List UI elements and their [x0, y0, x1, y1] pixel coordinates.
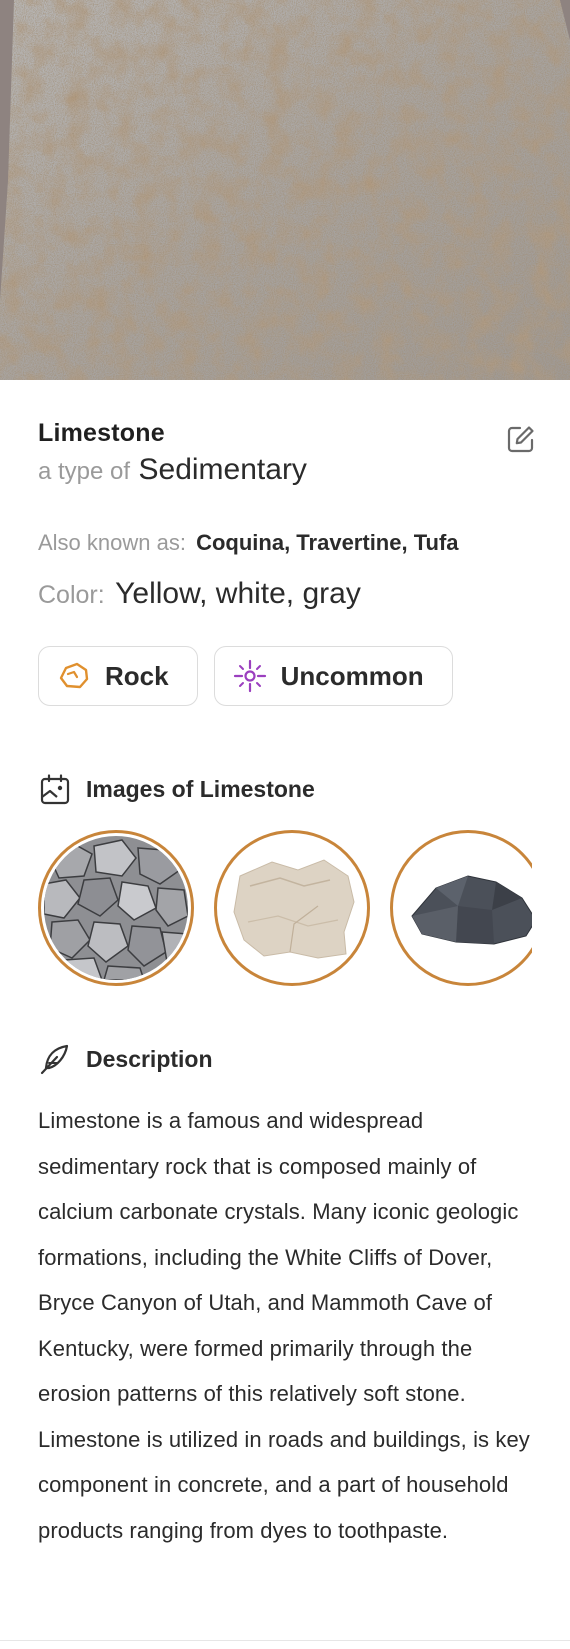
bottom-divider: [0, 1640, 570, 1641]
also-known-as: Also known as: Coquina, Travertine, Tufa: [38, 529, 532, 557]
rock-type-line: a type of Sedimentary: [38, 452, 532, 493]
hero-rock-illustration: [0, 0, 570, 380]
aka-value: Coquina, Travertine, Tufa: [196, 530, 459, 555]
image-thumbnails: [38, 830, 532, 986]
aka-label: Also known as:: [38, 530, 186, 555]
chip-uncommon-label: Uncommon: [280, 660, 424, 691]
color-label: Color:: [38, 581, 105, 609]
gravel-image: [44, 836, 188, 980]
thumbnail-dark-rock[interactable]: [390, 830, 532, 986]
description-section-header: Description: [38, 1042, 532, 1076]
sparkle-icon: [233, 659, 267, 693]
images-section-header: Images of Limestone: [38, 772, 532, 806]
type-value[interactable]: Sedimentary: [139, 453, 307, 486]
thumbnail-gravel[interactable]: [38, 830, 194, 986]
chip-rock[interactable]: Rock: [38, 646, 198, 706]
color-row: Color: Yellow, white, gray: [38, 575, 532, 618]
chip-rock-label: Rock: [105, 660, 169, 691]
dark-rock-image: [396, 836, 532, 980]
feather-icon: [38, 1042, 72, 1076]
color-value: Yellow, white, gray: [115, 577, 361, 610]
type-prefix: a type of: [38, 458, 131, 485]
description-text: Limestone is a famous and widespread sed…: [38, 1108, 530, 1543]
images-section-title: Images of Limestone: [86, 775, 315, 802]
rock-name: Limestone: [38, 419, 165, 447]
rock-icon: [57, 659, 91, 693]
category-chips: Rock Uncommon: [38, 646, 532, 706]
description-section-title: Description: [86, 1045, 213, 1072]
detail-content: Limestone a type of Sedimentary Also kno…: [38, 380, 534, 1553]
chip-uncommon[interactable]: Uncommon: [213, 646, 453, 706]
edit-icon: [507, 426, 534, 453]
thumbnail-pale-limestone[interactable]: [214, 830, 370, 986]
hero-rock-image: [0, 0, 570, 380]
image-gallery-icon: [38, 772, 72, 806]
edit-button[interactable]: [504, 422, 538, 456]
title-block: Limestone a type of Sedimentary: [38, 418, 534, 493]
pale-limestone-image: [220, 836, 364, 980]
